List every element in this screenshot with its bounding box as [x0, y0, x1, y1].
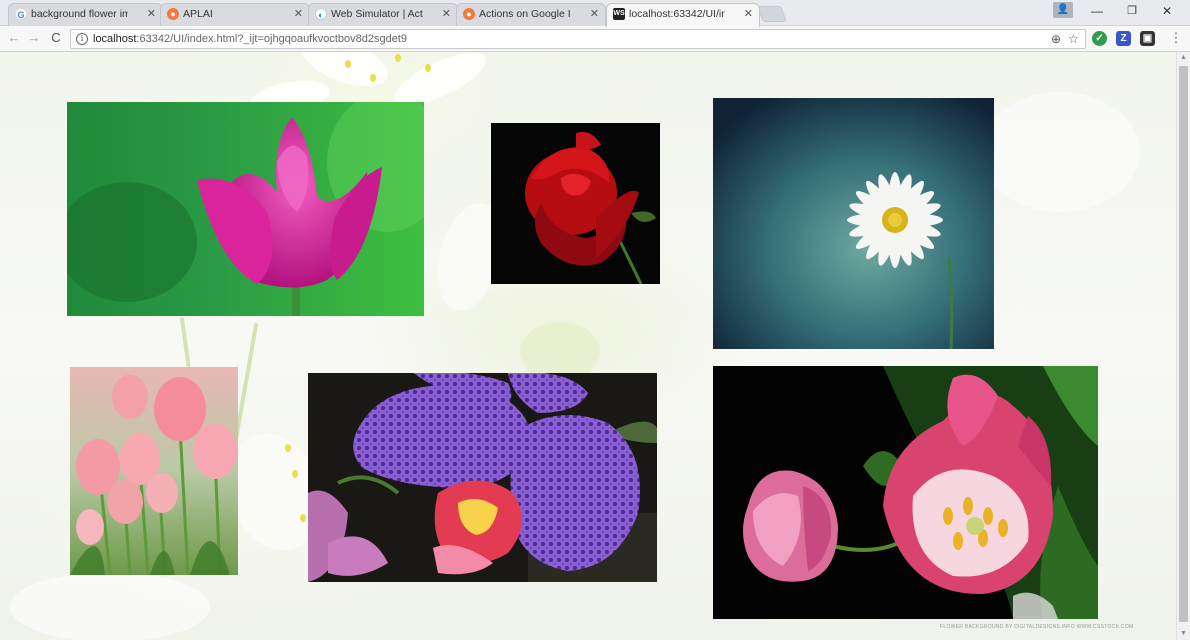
close-tab-icon[interactable]: ✕: [442, 4, 451, 24]
forward-arrow-icon[interactable]: →: [26, 30, 42, 45]
webstorm-icon: WS: [613, 8, 625, 20]
back-arrow-icon[interactable]: ←: [6, 30, 22, 45]
api-ai-icon: ●: [167, 8, 179, 20]
scroll-up-icon[interactable]: ▲: [1180, 54, 1187, 61]
api-ai-icon: ●: [463, 8, 475, 20]
menu-icon[interactable]: ⋮: [1168, 30, 1184, 46]
info-icon[interactable]: i: [76, 33, 88, 45]
vertical-scrollbar[interactable]: ▲ ▼: [1176, 52, 1190, 640]
close-tab-icon[interactable]: ✕: [147, 4, 156, 24]
white-daisy-photo: [713, 98, 994, 349]
browser-toolbar: ← → C i localhost:63342/UI/index.html?_i…: [0, 26, 1190, 52]
close-tab-icon[interactable]: ✕: [590, 4, 599, 24]
purple-orchid-photo: [308, 373, 657, 582]
background-credit: FLOWER BACKGROUND BY DIGITALDESIGNS.INFO…: [940, 624, 1134, 630]
tab-web-simulator[interactable]: ◐ Web Simulator | Actions ✕: [308, 3, 458, 26]
google-icon: G: [15, 8, 27, 20]
close-tab-icon[interactable]: ✕: [744, 4, 753, 24]
reload-icon[interactable]: C: [48, 30, 64, 45]
minimize-icon[interactable]: —: [1087, 4, 1107, 18]
scroll-down-icon[interactable]: ▼: [1180, 630, 1187, 637]
pink-tulip-photo: [67, 102, 424, 316]
pink-tulips-pair-photo: [713, 366, 1098, 619]
actions-icon: ◐: [315, 8, 327, 20]
tab-actions-on-google[interactable]: ● Actions on Google Integ ✕: [456, 3, 606, 26]
bookmark-star-icon[interactable]: ☆: [1068, 32, 1079, 46]
tab-background-flower[interactable]: G background flower imag ✕: [8, 3, 163, 26]
profile-icon[interactable]: 👤: [1053, 2, 1073, 18]
scroll-thumb[interactable]: [1179, 66, 1188, 622]
pink-tulips-field-photo: [70, 367, 238, 575]
close-window-icon[interactable]: ✕: [1157, 4, 1177, 18]
maximize-icon[interactable]: ❐: [1122, 4, 1142, 17]
tab-strip: G background flower imag ✕ ● APLAI ✕ ◐ W…: [0, 0, 1190, 27]
new-tab-button[interactable]: [757, 6, 787, 22]
red-rose-photo: [491, 123, 660, 284]
zoom-icon[interactable]: ⊕: [1051, 32, 1061, 46]
tab-apiai[interactable]: ● APLAI ✕: [160, 3, 310, 26]
page-content: FLOWER BACKGROUND BY DIGITALDESIGNS.INFO…: [0, 52, 1176, 640]
close-tab-icon[interactable]: ✕: [294, 4, 303, 24]
url-text: localhost:63342/UI/index.html?_ijt=ojhgq…: [93, 33, 408, 45]
z-extension-icon[interactable]: Z: [1116, 31, 1131, 46]
tab-localhost[interactable]: WS localhost:63342/UI/index ✕: [606, 3, 760, 27]
address-bar[interactable]: i localhost:63342/UI/index.html?_ijt=ojh…: [70, 29, 1086, 49]
check-extension-icon[interactable]: ✓: [1092, 31, 1107, 46]
screen-extension-icon[interactable]: ▣: [1140, 31, 1155, 46]
